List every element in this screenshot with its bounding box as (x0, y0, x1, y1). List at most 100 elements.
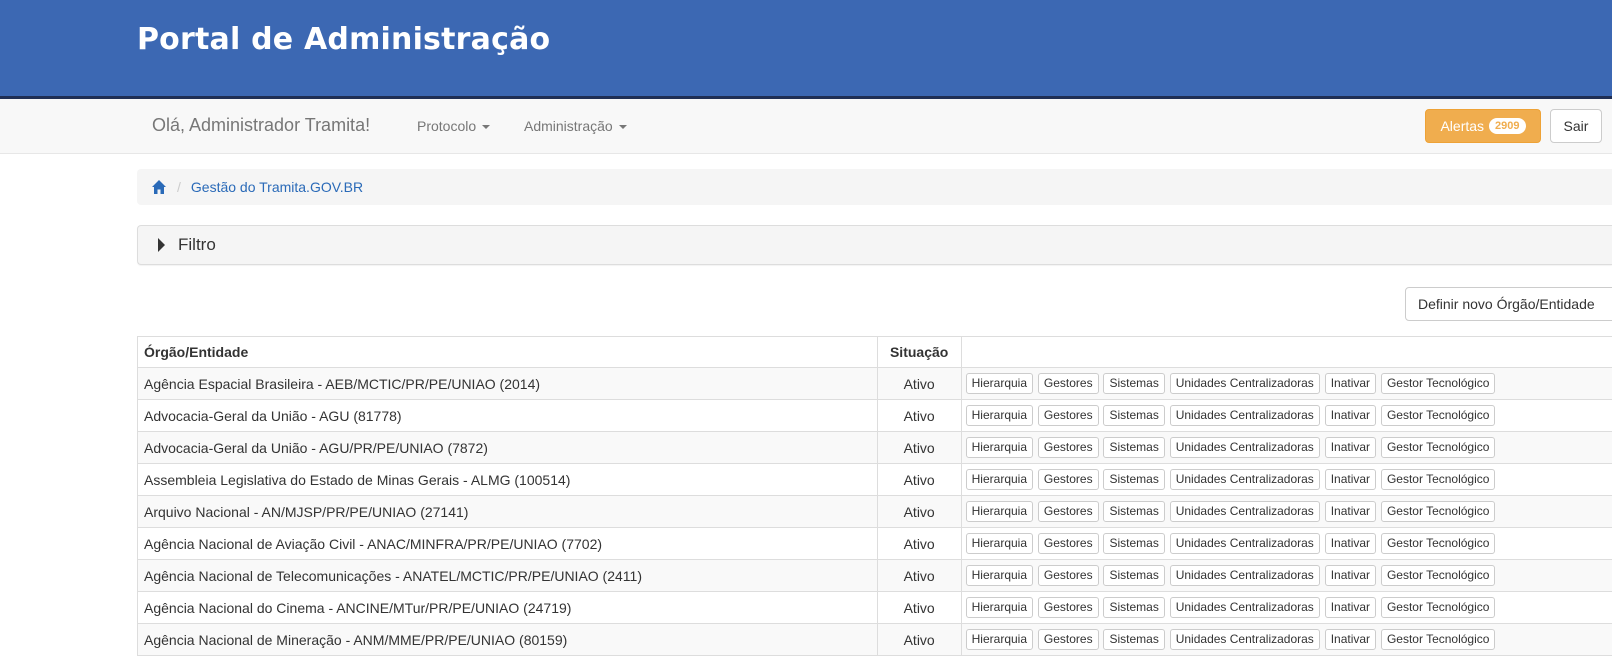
centralizing-units-button[interactable]: Unidades Centralizadoras (1169, 501, 1320, 522)
actions-cell: Hierarquia Gestores Sistemas Unidades Ce… (960, 623, 1612, 656)
status-cell: Ativo (876, 367, 962, 400)
column-header-actions (960, 336, 1612, 368)
tech-manager-button[interactable]: Gestor Tecnológico (1380, 533, 1496, 554)
managers-button[interactable]: Gestores (1037, 533, 1099, 554)
hierarchy-button[interactable]: Hierarquia (965, 405, 1033, 426)
systems-button[interactable]: Sistemas (1103, 597, 1165, 618)
table-row: Agência Nacional de Telecomunicações - A… (137, 559, 1612, 592)
header-banner: Portal de Administração (0, 0, 1612, 99)
hierarchy-button[interactable]: Hierarquia (965, 469, 1033, 490)
centralizing-units-button[interactable]: Unidades Centralizadoras (1169, 469, 1320, 490)
menu-protocolo-label: Protocolo (417, 118, 477, 134)
deactivate-button[interactable]: Inativar (1324, 629, 1377, 650)
status-cell: Ativo (876, 591, 962, 624)
actions-cell: Hierarquia Gestores Sistemas Unidades Ce… (960, 591, 1612, 624)
centralizing-units-button[interactable]: Unidades Centralizadoras (1169, 437, 1320, 458)
org-name-cell: Agência Nacional de Mineração - ANM/MME/… (137, 623, 878, 656)
hierarchy-button[interactable]: Hierarquia (965, 533, 1033, 554)
systems-button[interactable]: Sistemas (1103, 565, 1165, 586)
logout-button[interactable]: Sair (1550, 109, 1602, 143)
managers-button[interactable]: Gestores (1037, 501, 1099, 522)
deactivate-button[interactable]: Inativar (1324, 469, 1377, 490)
tech-manager-button[interactable]: Gestor Tecnológico (1380, 437, 1496, 458)
systems-button[interactable]: Sistemas (1103, 501, 1165, 522)
navbar: Olá, Administrador Tramita! Protocolo Ad… (0, 99, 1612, 154)
deactivate-button[interactable]: Inativar (1324, 565, 1377, 586)
systems-button[interactable]: Sistemas (1103, 405, 1165, 426)
org-name-cell: Assembleia Legislativa do Estado de Mina… (137, 463, 878, 496)
deactivate-button[interactable]: Inativar (1324, 533, 1377, 554)
managers-button[interactable]: Gestores (1037, 469, 1099, 490)
managers-button[interactable]: Gestores (1037, 597, 1099, 618)
alerts-button[interactable]: Alertas 2909 (1425, 109, 1541, 143)
systems-button[interactable]: Sistemas (1103, 373, 1165, 394)
hierarchy-button[interactable]: Hierarquia (965, 373, 1033, 394)
table-row: Agência Nacional do Cinema - ANCINE/MTur… (137, 591, 1612, 624)
menu-administracao[interactable]: Administração (524, 118, 627, 134)
table-row: Arquivo Nacional - AN/MJSP/PR/PE/UNIAO (… (137, 495, 1612, 528)
managers-button[interactable]: Gestores (1037, 405, 1099, 426)
systems-button[interactable]: Sistemas (1103, 469, 1165, 490)
org-name-cell: Agência Espacial Brasileira - AEB/MCTIC/… (137, 367, 878, 400)
hierarchy-button[interactable]: Hierarquia (965, 629, 1033, 650)
table-row: Agência Nacional de Mineração - ANM/MME/… (137, 623, 1612, 656)
column-header-status: Situação (876, 336, 962, 368)
managers-button[interactable]: Gestores (1037, 629, 1099, 650)
tech-manager-button[interactable]: Gestor Tecnológico (1380, 501, 1496, 522)
systems-button[interactable]: Sistemas (1103, 437, 1165, 458)
status-cell: Ativo (876, 399, 962, 432)
org-name-cell: Agência Nacional de Telecomunicações - A… (137, 559, 878, 592)
managers-button[interactable]: Gestores (1037, 373, 1099, 394)
tech-manager-button[interactable]: Gestor Tecnológico (1380, 405, 1496, 426)
tech-manager-button[interactable]: Gestor Tecnológico (1380, 373, 1496, 394)
caret-right-icon (158, 238, 165, 252)
deactivate-button[interactable]: Inativar (1324, 501, 1377, 522)
deactivate-button[interactable]: Inativar (1324, 437, 1377, 458)
hierarchy-button[interactable]: Hierarquia (965, 501, 1033, 522)
centralizing-units-button[interactable]: Unidades Centralizadoras (1169, 405, 1320, 426)
org-name-cell: Agência Nacional de Aviação Civil - ANAC… (137, 527, 878, 560)
org-table: Órgão/Entidade Situação Agência Espacial… (137, 336, 1612, 656)
status-cell: Ativo (876, 431, 962, 464)
centralizing-units-button[interactable]: Unidades Centralizadoras (1169, 597, 1320, 618)
org-name-cell: Agência Nacional do Cinema - ANCINE/MTur… (137, 591, 878, 624)
table-row: Advocacia-Geral da União - AGU (81778) At… (137, 399, 1612, 432)
tech-manager-button[interactable]: Gestor Tecnológico (1380, 469, 1496, 490)
table-row: Advocacia-Geral da União - AGU/PR/PE/UNI… (137, 431, 1612, 464)
actions-cell: Hierarquia Gestores Sistemas Unidades Ce… (960, 559, 1612, 592)
page-title: Portal de Administração (137, 22, 551, 57)
status-cell: Ativo (876, 559, 962, 592)
alerts-count-badge: 2909 (1489, 118, 1526, 134)
centralizing-units-button[interactable]: Unidades Centralizadoras (1169, 629, 1320, 650)
centralizing-units-button[interactable]: Unidades Centralizadoras (1169, 565, 1320, 586)
breadcrumb-current-link[interactable]: Gestão do Tramita.GOV.BR (191, 179, 363, 195)
deactivate-button[interactable]: Inativar (1324, 597, 1377, 618)
deactivate-button[interactable]: Inativar (1324, 373, 1377, 394)
hierarchy-button[interactable]: Hierarquia (965, 437, 1033, 458)
home-icon[interactable] (151, 179, 167, 195)
tech-manager-button[interactable]: Gestor Tecnológico (1380, 565, 1496, 586)
centralizing-units-button[interactable]: Unidades Centralizadoras (1169, 373, 1320, 394)
tech-manager-button[interactable]: Gestor Tecnológico (1380, 597, 1496, 618)
deactivate-button[interactable]: Inativar (1324, 405, 1377, 426)
define-new-org-button[interactable]: Definir novo Órgão/Entidade (1405, 287, 1612, 321)
greeting-text: Olá, Administrador Tramita! (152, 115, 371, 135)
table-row: Agência Espacial Brasileira - AEB/MCTIC/… (137, 367, 1612, 400)
filter-panel-toggle[interactable]: Filtro (137, 225, 1612, 265)
managers-button[interactable]: Gestores (1037, 565, 1099, 586)
managers-button[interactable]: Gestores (1037, 437, 1099, 458)
column-header-org: Órgão/Entidade (137, 336, 878, 368)
menu-protocolo[interactable]: Protocolo (417, 118, 491, 134)
table-header-row: Órgão/Entidade Situação (137, 336, 1612, 368)
status-cell: Ativo (876, 463, 962, 496)
breadcrumb-separator: / (177, 179, 181, 195)
org-name-cell: Arquivo Nacional - AN/MJSP/PR/PE/UNIAO (… (137, 495, 878, 528)
hierarchy-button[interactable]: Hierarquia (965, 597, 1033, 618)
centralizing-units-button[interactable]: Unidades Centralizadoras (1169, 533, 1320, 554)
hierarchy-button[interactable]: Hierarquia (965, 565, 1033, 586)
org-name-cell: Advocacia-Geral da União - AGU (81778) (137, 399, 878, 432)
tech-manager-button[interactable]: Gestor Tecnológico (1380, 629, 1496, 650)
systems-button[interactable]: Sistemas (1103, 629, 1165, 650)
org-name-cell: Advocacia-Geral da União - AGU/PR/PE/UNI… (137, 431, 878, 464)
systems-button[interactable]: Sistemas (1103, 533, 1165, 554)
